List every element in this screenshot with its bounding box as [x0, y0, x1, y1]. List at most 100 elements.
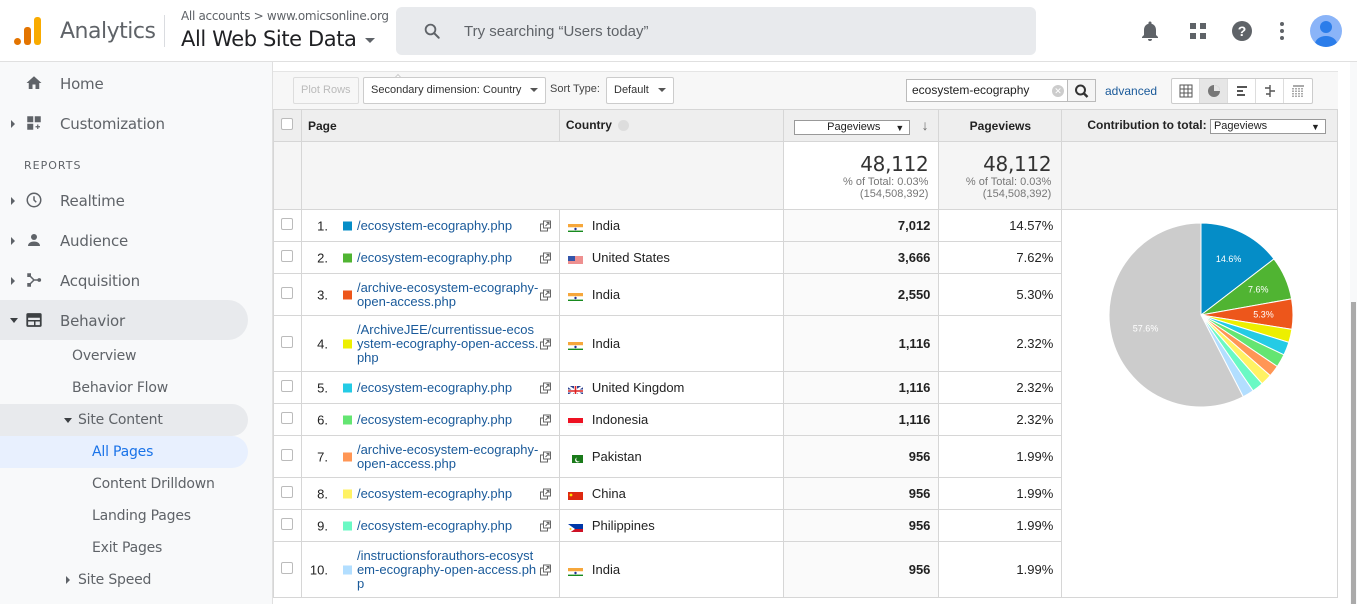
pageviews-value: 2,550 — [783, 273, 940, 316]
page-link[interactable]: /ArchiveJEE/currentissue-ecosystem-ecogr… — [357, 322, 539, 365]
dashboard-icon — [27, 116, 41, 130]
pivot-view-button[interactable] — [1284, 79, 1312, 103]
country-link[interactable]: China — [592, 486, 626, 501]
secondary-dimension-dropdown[interactable]: Secondary dimension: Country — [363, 77, 547, 104]
row-checkbox[interactable] — [281, 449, 294, 461]
page-link[interactable]: /ecosystem-ecography.php — [357, 486, 539, 501]
expand-arrow-icon — [11, 120, 15, 128]
country-link[interactable]: Philippines — [592, 518, 655, 533]
sidebar-item-home[interactable]: Home — [0, 63, 248, 103]
pie-view-button[interactable] — [1200, 79, 1228, 103]
sidebar-item-overview[interactable]: Overview — [0, 340, 248, 372]
page-link[interactable]: /ecosystem-ecography.php — [357, 218, 539, 233]
row-checkbox[interactable] — [281, 380, 294, 392]
open-external-icon[interactable] — [539, 289, 551, 300]
sidebar-item-site-content[interactable]: Site Content — [0, 404, 248, 436]
open-external-icon[interactable] — [539, 488, 551, 499]
table-filter[interactable]: ✕ — [906, 79, 1068, 102]
table-view-button[interactable] — [1172, 79, 1200, 103]
open-external-icon[interactable] — [539, 338, 551, 349]
country-link[interactable]: United States — [592, 250, 670, 265]
advanced-filter-link[interactable]: advanced — [1105, 84, 1157, 98]
view-selector[interactable]: All Web Site Data — [181, 27, 375, 51]
analytics-logo-icon[interactable] — [14, 15, 42, 45]
row-checkbox[interactable] — [281, 412, 294, 424]
sort-type-dropdown[interactable]: Default — [606, 77, 674, 104]
sidebar-item-behavior[interactable]: Behavior — [0, 300, 248, 340]
sidebar-item-realtime[interactable]: Realtime — [0, 180, 248, 220]
open-external-icon[interactable] — [539, 414, 551, 425]
open-external-icon[interactable] — [539, 520, 551, 531]
sidebar-item-behavior-flow[interactable]: Behavior Flow — [0, 372, 248, 404]
page-link[interactable]: /ecosystem-ecography.php — [357, 518, 539, 533]
country-column-header[interactable]: Country — [558, 109, 785, 142]
row-index: 6. — [317, 412, 328, 427]
country-link[interactable]: Pakistan — [592, 449, 642, 464]
table-toolbar: Plot Rows Secondary dimension: Country S… — [273, 71, 1338, 109]
open-external-icon[interactable] — [539, 220, 551, 231]
metric-select[interactable]: Pageviews ▼ — [794, 119, 911, 135]
row-checkbox[interactable] — [281, 218, 294, 230]
page-column-header[interactable]: Page — [300, 109, 560, 142]
page-link[interactable]: /archive-ecosystem-ecography-open-access… — [357, 280, 539, 309]
country-link[interactable]: India — [592, 287, 620, 302]
filter-input[interactable] — [912, 83, 1042, 97]
account-avatar[interactable] — [1310, 15, 1342, 47]
pie-slice-label: 5.3% — [1253, 309, 1274, 319]
row-checkbox[interactable] — [281, 250, 294, 262]
row-checkbox[interactable] — [281, 518, 294, 530]
plot-rows-button[interactable]: Plot Rows — [293, 77, 359, 104]
remove-dimension-icon[interactable] — [618, 120, 630, 132]
search-input[interactable] — [464, 19, 1014, 43]
clear-filter-icon[interactable]: ✕ — [1052, 85, 1064, 97]
page-link[interactable]: /ecosystem-ecography.php — [357, 250, 539, 265]
more-vert-icon[interactable] — [1270, 19, 1294, 43]
contribution-metric-select[interactable]: Pageviews ▼ — [1209, 118, 1326, 134]
country-link[interactable]: Indonesia — [592, 412, 648, 427]
sidebar-item-acquisition[interactable]: Acquisition — [0, 260, 248, 300]
open-external-icon[interactable] — [539, 451, 551, 462]
dropdown-arrow-icon — [657, 88, 666, 93]
open-external-icon[interactable] — [539, 564, 551, 575]
performance-view-button[interactable] — [1228, 79, 1256, 103]
sidebar-item-landing-pages[interactable]: Landing Pages — [0, 500, 248, 532]
filter-search-button[interactable] — [1068, 79, 1096, 102]
page-link[interactable]: /ecosystem-ecography.php — [357, 412, 539, 427]
row-checkbox[interactable] — [281, 562, 294, 574]
apps-grid-icon[interactable] — [1186, 19, 1210, 43]
page-link[interactable]: /ecosystem-ecography.php — [357, 380, 539, 395]
sidebar-item-audience[interactable]: Audience — [0, 220, 248, 260]
select-all-checkbox[interactable] — [281, 118, 294, 130]
bell-icon[interactable] — [1138, 19, 1162, 43]
sidebar-item-site-speed[interactable]: Site Speed — [0, 564, 248, 596]
open-external-icon[interactable] — [539, 382, 551, 393]
page-cell: 4. /ArchiveJEE/currentissue-ecosystem-ec… — [300, 315, 560, 372]
page-link[interactable]: /archive-ecosystem-ecography-open-access… — [357, 442, 539, 471]
flag-cn-icon — [567, 490, 583, 500]
scrollbar-thumb[interactable] — [1351, 302, 1356, 604]
acquisition-icon — [27, 273, 42, 287]
sidebar-item-content-drilldown[interactable]: Content Drilldown — [0, 468, 248, 500]
page-scrollbar[interactable] — [1350, 62, 1357, 604]
global-search[interactable] — [396, 7, 1036, 55]
account-breadcrumb[interactable]: All accounts > www.omicsonline.org — [181, 9, 389, 23]
row-checkbox[interactable] — [281, 486, 294, 498]
sidebar-item-exit-pages[interactable]: Exit Pages — [0, 532, 248, 564]
country-link[interactable]: India — [592, 336, 620, 351]
sidebar-item-customization[interactable]: Customization — [0, 103, 248, 143]
page-cell: 5. /ecosystem-ecography.php — [300, 371, 560, 404]
country-link[interactable]: India — [592, 562, 620, 577]
row-checkbox[interactable] — [281, 287, 294, 299]
comparison-view-button[interactable] — [1256, 79, 1284, 103]
open-external-icon[interactable] — [539, 252, 551, 263]
sort-desc-icon[interactable]: ↓ — [922, 117, 929, 133]
pageviews-value: 1,116 — [783, 403, 940, 436]
row-checkbox[interactable] — [281, 336, 294, 348]
country-link[interactable]: India — [592, 218, 620, 233]
expand-arrow-icon — [11, 197, 15, 205]
country-link[interactable]: United Kingdom — [592, 380, 685, 395]
pageviews-column-header[interactable]: Pageviews — [938, 109, 1063, 142]
sidebar-item-all-pages[interactable]: All Pages — [0, 436, 248, 468]
help-icon[interactable]: ? — [1230, 19, 1254, 43]
page-link[interactable]: /instructionsforauthors-ecosystem-ecogra… — [357, 548, 539, 591]
